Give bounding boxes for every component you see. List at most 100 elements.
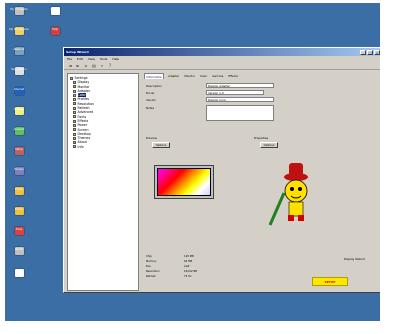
color-preview [154, 165, 214, 199]
mascot-pencil [268, 192, 286, 226]
description-label: Description [146, 84, 162, 88]
driver-field[interactable]: Version 1.0 [206, 90, 264, 95]
spec-label: Resolution [146, 270, 160, 273]
notes-label: Notes [146, 106, 155, 110]
folder-icon [73, 115, 76, 119]
folder-icon [73, 128, 76, 132]
folder-icon [73, 132, 76, 136]
print-icon[interactable]: ▤ [91, 63, 97, 69]
desktop-icon-label: Folder [14, 208, 23, 211]
desktop-icon[interactable]: Help [41, 27, 69, 49]
tree-view[interactable]: Settings Display Monitor Adapter Color Profil… [67, 73, 139, 291]
folder-icon [73, 119, 76, 123]
desktop-icon-label: My Computer [10, 8, 28, 11]
folder-icon [73, 89, 76, 93]
folder-icon [73, 111, 76, 115]
desktop-icon-label: Outlook [13, 108, 25, 111]
desktop-icon[interactable]: Notes [5, 269, 33, 291]
spec-value: 75 Hz [184, 275, 192, 278]
desktop-icon[interactable]: My Documents [5, 27, 33, 49]
desktop-icon-label: Media [15, 248, 23, 251]
menu-view[interactable]: View [88, 57, 95, 61]
spec-label: Refresh [146, 275, 156, 278]
tree-item[interactable]: Info [69, 145, 137, 149]
mascot-head [284, 179, 308, 203]
desktop-icon[interactable]: Setup [5, 147, 33, 169]
desktop-icon[interactable]: Folder [5, 207, 33, 229]
mascot-shoe-right [298, 215, 304, 221]
title-bar[interactable]: Setup Wizard _ □ × [64, 48, 380, 56]
folder-icon [73, 123, 76, 127]
folder-icon [73, 93, 76, 97]
desktop-icon[interactable]: Tools [5, 227, 33, 249]
desktop-icon[interactable]: Folder [5, 187, 33, 209]
back-icon[interactable]: ◄ [67, 63, 73, 69]
spec-label: Chip [146, 255, 152, 258]
desktop-icon[interactable]: Internet [5, 87, 33, 109]
properties-title: Properties [254, 136, 269, 140]
menu-help[interactable]: Help [112, 57, 119, 61]
spec-label: Bus [146, 265, 151, 268]
spec-value: AGP [184, 265, 190, 268]
desktop-icon-label: Network [13, 48, 25, 51]
spec-value: 1024x768 [184, 270, 198, 273]
home-icon[interactable]: ⌂ [83, 63, 89, 69]
spec-value: 128 MB [184, 255, 194, 258]
mascot-caption: Display Wizard [344, 257, 365, 261]
preview-title: Preview [146, 136, 157, 140]
vendor-field[interactable]: Display Corp. [206, 97, 274, 102]
desktop-icon-label: Tools [15, 228, 23, 231]
info-panel: Description Display Adapter Driver Versi… [144, 79, 380, 291]
folder-icon [73, 102, 76, 106]
folder-icon [73, 145, 76, 149]
desktop-icon-label: Drivers [14, 168, 24, 171]
minimize-button[interactable]: _ [360, 49, 366, 55]
driver-label: Driver [146, 91, 155, 95]
mascot-eye-left [290, 187, 294, 191]
mascot-image [268, 163, 308, 226]
maximize-button[interactable]: □ [367, 49, 373, 55]
description-field[interactable]: Display Adapter [206, 83, 274, 88]
properties-options-button[interactable]: Options [260, 142, 278, 148]
menu-tools[interactable]: Tools [100, 57, 107, 61]
close-button[interactable]: × [374, 49, 380, 55]
desktop-icon-label: Folder [14, 188, 23, 191]
color-gradient-image [157, 168, 211, 196]
desktop-icon-label: Internet [13, 88, 25, 91]
desktop-icon[interactable]: My Computer [5, 7, 33, 29]
folder-icon [73, 85, 76, 89]
desktop-icon[interactable]: Drivers [5, 167, 33, 189]
desktop-icon-label: My Documents [9, 28, 29, 31]
spec-label: Memory [146, 260, 157, 263]
desktop-icon-label: Setup [15, 148, 23, 151]
folder-icon [73, 80, 76, 84]
folder-icon [70, 76, 73, 80]
help-icon[interactable]: ? [107, 63, 113, 69]
vendor-label: Vendor [146, 98, 156, 102]
forward-icon[interactable]: ► [75, 63, 81, 69]
logo-badge: SETUP [312, 277, 348, 286]
desktop-icon[interactable]: Network [5, 47, 33, 69]
window-title: Setup Wizard [66, 50, 89, 54]
desktop-icon[interactable]: Games [41, 7, 69, 29]
desktop-icon[interactable]: Recycle Bin [5, 67, 33, 89]
desktop-icon[interactable]: Media [5, 247, 33, 269]
desktop-icon-label: Games [50, 8, 60, 11]
desktop-icon-label: Notes [15, 270, 23, 273]
folder-icon [73, 136, 76, 140]
notes-field[interactable] [206, 105, 274, 121]
app-window: Setup Wizard _ □ × File Edit View Tools … [63, 47, 380, 293]
folder-icon [73, 106, 76, 110]
tree-item-label: Info [77, 144, 84, 149]
search-icon[interactable]: ⌕ [99, 63, 105, 69]
folder-icon [73, 98, 76, 102]
desktop-icon[interactable]: Outlook [5, 107, 33, 129]
menu-file[interactable]: File [67, 57, 72, 61]
menu-edit[interactable]: Edit [77, 57, 83, 61]
folder-icon [73, 141, 76, 145]
desktop-icon[interactable]: Connect [5, 127, 33, 149]
spec-value: 64 MB [184, 260, 193, 263]
mascot-eye-right [298, 187, 302, 191]
preview-options-button[interactable]: Options [152, 142, 170, 148]
desktop-icon-label: Connect [13, 128, 25, 131]
